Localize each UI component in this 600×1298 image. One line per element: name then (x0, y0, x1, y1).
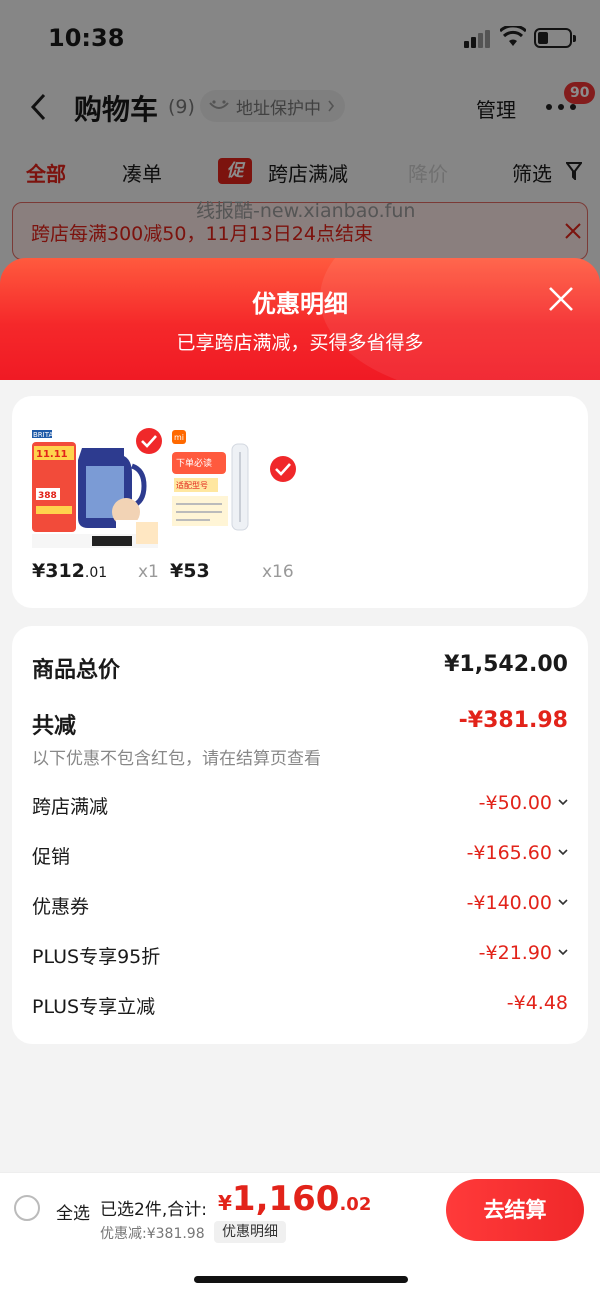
checkout-bar: 全选 已选2件,合计: ¥1,160.02 优惠减:¥381.98 优惠明细 去… (0, 1172, 600, 1246)
discount-amount: -¥50.00 (478, 792, 552, 814)
model-tag-text: 适配型号 (176, 480, 208, 490)
discount-summary: 优惠减:¥381.98 (100, 1226, 205, 1242)
discount-value: -¥21.90 (479, 942, 568, 964)
total-price: ¥1,160.02 (218, 1179, 371, 1219)
discount-label: PLUS专享95折 (32, 946, 161, 968)
watermark-text: 线报酷-new.xianbao.fun (196, 200, 416, 222)
close-icon[interactable] (548, 286, 574, 312)
filter-cartridge-image: mi 下单必读 适配型号 (170, 426, 290, 548)
home-indicator-area (0, 1246, 600, 1298)
brand-text: BRITA (33, 431, 53, 439)
discount-label: PLUS专享立减 (32, 996, 156, 1018)
discount-value: -¥50.00 (479, 792, 568, 814)
discount-detail-body: BRITA 11.11 388 ¥312.01 x1 mi 下单必读 适配型号 … (0, 380, 600, 1172)
banner-text: 11.11 (36, 449, 68, 460)
product-quantity: x16 (262, 562, 294, 582)
sheet-title: 优惠明细 (252, 290, 348, 318)
price-summary-card: 商品总价 ¥1,542.00 共减 -¥381.98 以下优惠不包含红包，请在结… (12, 626, 588, 1044)
discount-label: 促销 (32, 846, 71, 868)
brand-text: mi (174, 433, 184, 442)
checkout-button[interactable]: 去结算 (446, 1179, 584, 1241)
chevron-down-icon (558, 949, 568, 956)
discount-amount: -¥165.60 (466, 842, 552, 864)
total-decimal: .02 (339, 1194, 372, 1215)
reduce-note-text: 以下优惠不包含红包，请在结算页查看 (32, 749, 321, 769)
banner-text: 下单必读 (176, 457, 212, 469)
home-indicator[interactable] (194, 1276, 408, 1283)
select-all-label[interactable]: 全选 (56, 1199, 90, 1224)
select-all-radio[interactable] (14, 1195, 40, 1221)
price-tag-text: 388 (38, 491, 57, 501)
chevron-down-icon (558, 799, 568, 806)
selected-products-card: BRITA 11.11 388 ¥312.01 x1 mi 下单必读 适配型号 … (12, 396, 588, 608)
discount-value: -¥165.60 (467, 842, 568, 864)
total-integer: 1,160 (231, 1179, 340, 1219)
product-price: ¥53 (170, 560, 210, 582)
total-currency: ¥ (218, 1191, 232, 1215)
discount-amount: -¥140.00 (466, 892, 552, 914)
discount-detail-button[interactable]: 优惠明细 (214, 1221, 286, 1243)
checked-icon[interactable] (136, 428, 162, 454)
sheet-subtitle: 已享跨店满减，买得多省得多 (176, 332, 424, 354)
product-quantity: x1 (138, 562, 159, 582)
checked-icon[interactable] (270, 456, 296, 482)
price-integer: ¥53 (170, 560, 210, 582)
product-thumbnail[interactable]: mi 下单必读 适配型号 (170, 426, 300, 548)
product-price: ¥312.01 (32, 560, 107, 582)
discount-label: 跨店满减 (32, 796, 109, 818)
discount-value: -¥140.00 (467, 892, 568, 914)
goods-total-label: 商品总价 (32, 658, 121, 683)
discount-detail-header: 优惠明细 已享跨店满减，买得多省得多 (0, 258, 600, 380)
discount-amount: -¥21.90 (478, 942, 552, 964)
product-thumbnail[interactable]: BRITA 11.11 388 (32, 426, 162, 548)
price-integer: ¥312 (32, 560, 85, 582)
total-reduce-label: 共减 (32, 714, 77, 739)
selected-count: 已选2件,合计: (100, 1200, 207, 1220)
goods-total-value: ¥1,542.00 (444, 652, 568, 677)
total-reduce-value: -¥381.98 (458, 708, 568, 733)
chevron-down-icon (558, 899, 568, 906)
price-decimal: .01 (84, 565, 108, 581)
discount-label: 优惠券 (32, 896, 90, 918)
chevron-down-icon (558, 849, 568, 856)
discount-value: -¥4.48 (506, 992, 568, 1014)
